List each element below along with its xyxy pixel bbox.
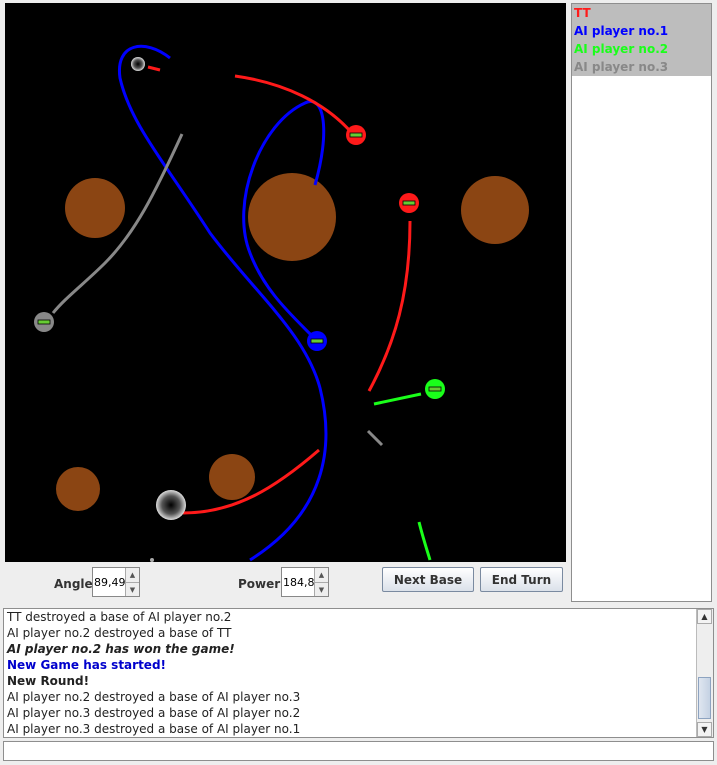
log-lines: TT destroyed a base of AI player no.2 AI … — [4, 609, 713, 737]
planet — [209, 454, 255, 500]
trajectory-gray — [366, 429, 384, 447]
player-row[interactable]: AI player no.1 — [572, 22, 711, 40]
scroll-thumb[interactable] — [698, 677, 711, 719]
log-line: AI player no.3 destroyed a base of AI pl… — [7, 706, 301, 720]
log-line: AI player no.3 destroyed a base of AI pl… — [7, 722, 301, 736]
player-row[interactable]: AI player no.2 — [572, 40, 711, 58]
scroll-down-icon[interactable]: ▼ — [697, 722, 712, 737]
triangle-up-icon[interactable]: ▲ — [315, 568, 328, 582]
angle-spinner[interactable]: ▲ ▼ — [92, 567, 140, 597]
message-log[interactable]: TT destroyed a base of AI player no.2 AI … — [3, 608, 714, 738]
triangle-up-icon[interactable]: ▲ — [126, 568, 139, 582]
power-input[interactable] — [282, 568, 317, 596]
power-label: Power — [238, 577, 281, 591]
log-line: TT destroyed a base of AI player no.2 — [7, 610, 232, 624]
power-spinner[interactable]: ▲ ▼ — [281, 567, 329, 597]
trajectory-red — [147, 65, 161, 72]
angle-label: Angle — [54, 577, 93, 591]
destroyed-base — [131, 57, 145, 71]
log-scrollbar[interactable]: ▲ ▼ — [696, 609, 713, 737]
trajectory-green — [417, 521, 432, 561]
player-list[interactable]: TT AI player no.1 AI player no.2 AI player … — [571, 3, 712, 602]
base-green[interactable] — [425, 379, 445, 399]
base-red[interactable] — [346, 125, 366, 145]
base-red[interactable] — [399, 193, 419, 213]
log-line: AI player no.2 destroyed a base of AI pl… — [7, 690, 301, 704]
next-base-button[interactable]: Next Base — [382, 567, 474, 592]
log-line: AI player no.2 destroyed a base of TT — [7, 626, 232, 640]
log-line: AI player no.2 has won the game! — [7, 642, 235, 656]
base-blue[interactable] — [307, 331, 327, 351]
log-line: New Round! — [7, 674, 90, 688]
planet — [65, 178, 125, 238]
game-canvas — [34, 44, 529, 562]
trajectory-green — [373, 392, 422, 406]
angle-input[interactable] — [93, 568, 128, 596]
triangle-down-icon[interactable]: ▼ — [126, 582, 139, 596]
destroyed-base — [156, 490, 186, 520]
planet — [56, 467, 100, 511]
log-line: New Game has started! — [7, 658, 167, 672]
player-row[interactable]: TT — [572, 4, 711, 22]
trajectory-red — [234, 74, 353, 134]
trajectory-red — [367, 220, 412, 392]
game-field[interactable] — [5, 3, 566, 562]
control-bar: Angle ▲ ▼ Power ▲ ▼ Next Base End Turn — [5, 562, 566, 602]
planet — [248, 173, 336, 261]
triangle-down-icon[interactable]: ▼ — [315, 582, 328, 596]
scroll-up-icon[interactable]: ▲ — [697, 609, 712, 624]
planet — [461, 176, 529, 244]
chat-input[interactable] — [3, 741, 714, 761]
base-gray[interactable] — [34, 312, 54, 332]
end-turn-button[interactable]: End Turn — [480, 567, 563, 592]
player-row[interactable]: AI player no.3 — [572, 58, 711, 76]
